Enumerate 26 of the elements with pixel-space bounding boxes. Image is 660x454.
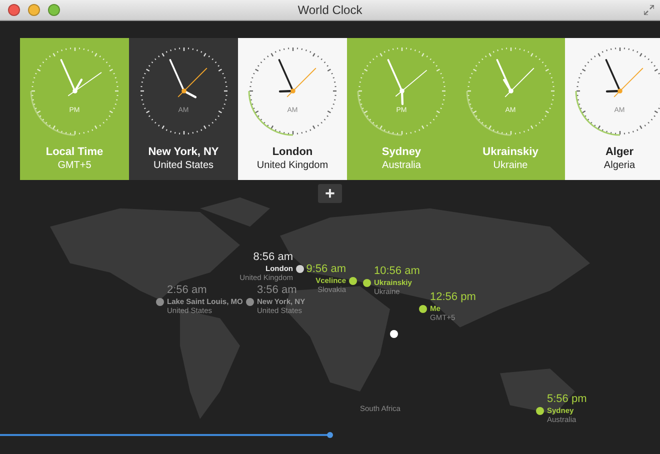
city-name: New York, NY [148,146,219,159]
country-name: Algeria [604,159,636,172]
country-name: Australia [382,159,421,172]
add-button[interactable]: + [318,184,342,203]
window-title: World Clock [298,3,362,17]
country-name: United States [153,159,214,172]
city-name: Ukrainskiy [482,146,538,159]
location-marker-icon [390,330,398,338]
city-name: Sydney [382,146,422,159]
country-name: GMT+5 [58,159,92,172]
pin-time: 10:56 am [374,265,420,278]
city-name: London [272,146,313,159]
pin-time: 2:56 am [167,284,208,297]
zoom-button[interactable] [48,4,60,16]
minimize-button[interactable] [28,4,40,16]
city-name: Alger [605,146,634,159]
pin-time: 9:56 am [306,263,346,276]
country-name: Ukraine [493,159,528,172]
pin-time: 12:56 pm [430,291,476,304]
city-name: Local Time [46,146,104,159]
close-button[interactable] [8,4,20,16]
fullscreen-icon[interactable] [644,5,654,15]
pin-time: 5:56 pm [547,393,587,406]
pin-time: 3:56 am [257,284,298,297]
country-name: United Kingdom [256,159,328,172]
pin-time: 8:56 am [253,251,293,264]
